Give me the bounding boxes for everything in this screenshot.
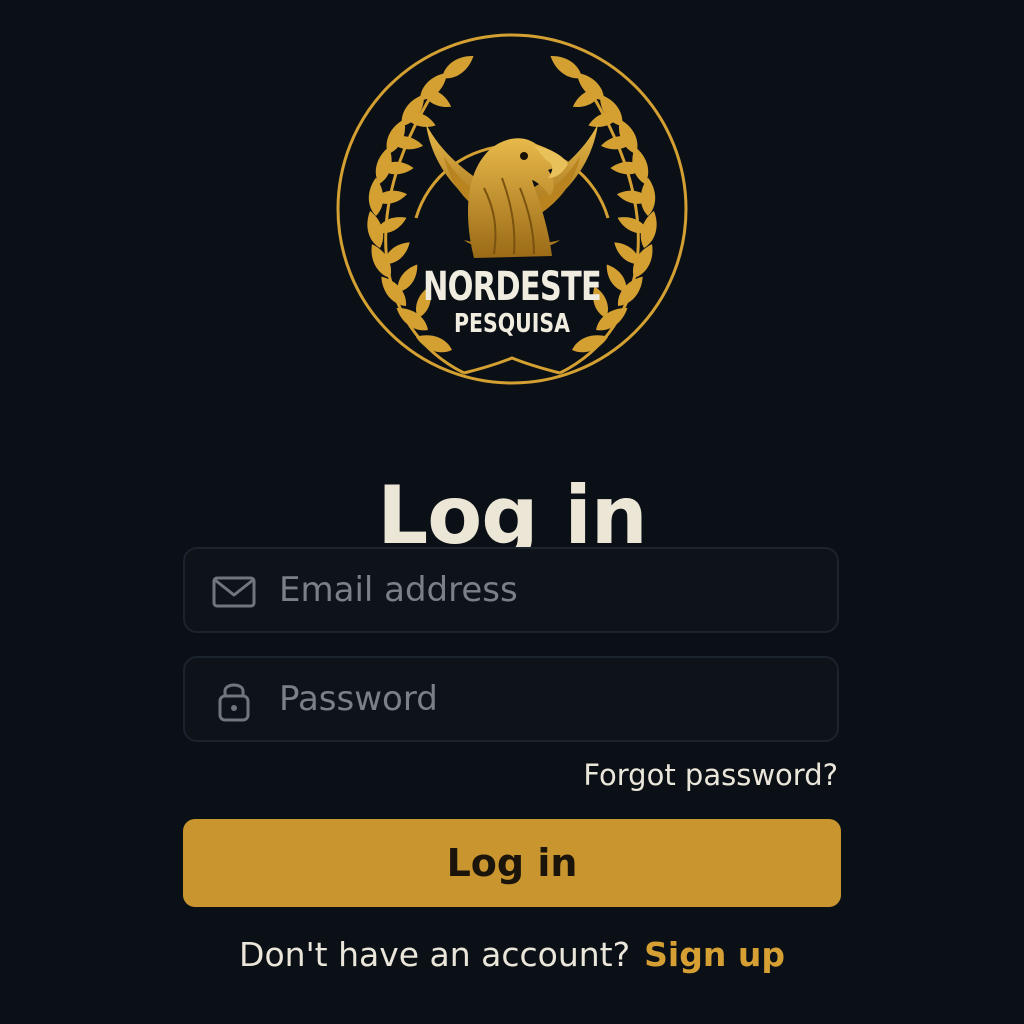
lock-icon (211, 678, 257, 722)
signup-prompt-row: Don't have an account? Sign up (0, 935, 1024, 974)
login-button[interactable]: Log in (183, 819, 841, 907)
email-input[interactable] (279, 549, 819, 631)
password-field[interactable] (183, 656, 839, 742)
logo-subtitle: PESQUISA (454, 309, 570, 339)
email-field[interactable] (183, 547, 839, 633)
forgot-password-link[interactable]: Forgot password? (583, 758, 838, 792)
eagle-emblem-icon: NORDESTE PESQUISA (336, 33, 688, 385)
password-input[interactable] (279, 658, 819, 740)
envelope-icon (211, 569, 257, 613)
signup-prompt-text: Don't have an account? (239, 935, 631, 974)
brand-logo: NORDESTE PESQUISA (334, 28, 690, 390)
signup-link[interactable]: Sign up (644, 935, 785, 974)
logo-title: NORDESTE (423, 264, 601, 310)
